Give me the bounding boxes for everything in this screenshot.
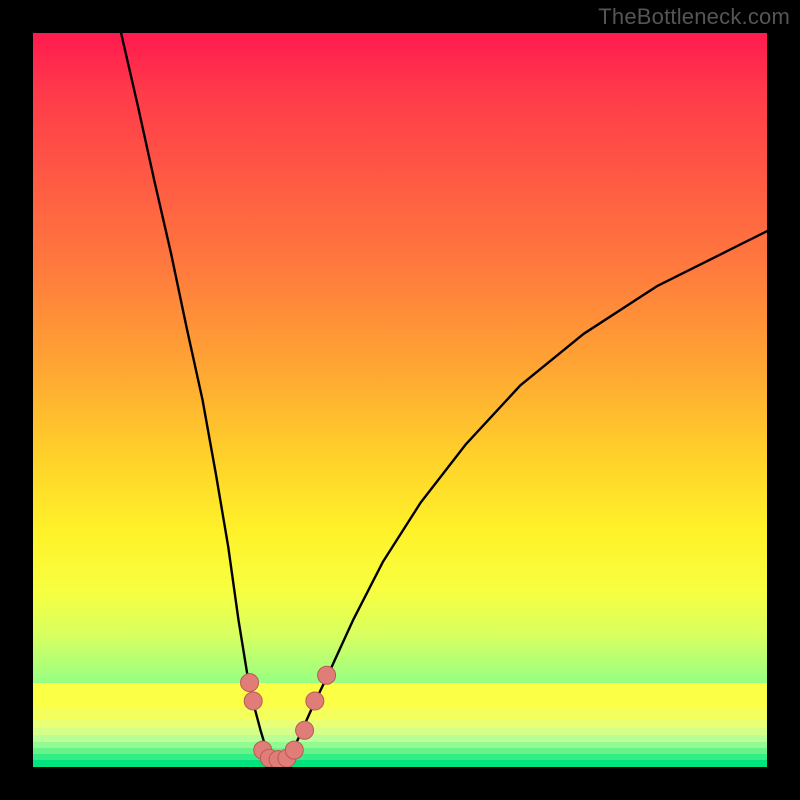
watermark-text: TheBottleneck.com: [598, 4, 790, 30]
marker-layer: [33, 33, 767, 767]
data-marker: [244, 692, 262, 710]
stage: TheBottleneck.com: [0, 0, 800, 800]
data-marker: [306, 692, 324, 710]
data-marker: [241, 674, 259, 692]
data-marker: [285, 741, 303, 759]
plot-area: [33, 33, 767, 767]
data-marker: [296, 721, 314, 739]
data-marker: [318, 666, 336, 684]
